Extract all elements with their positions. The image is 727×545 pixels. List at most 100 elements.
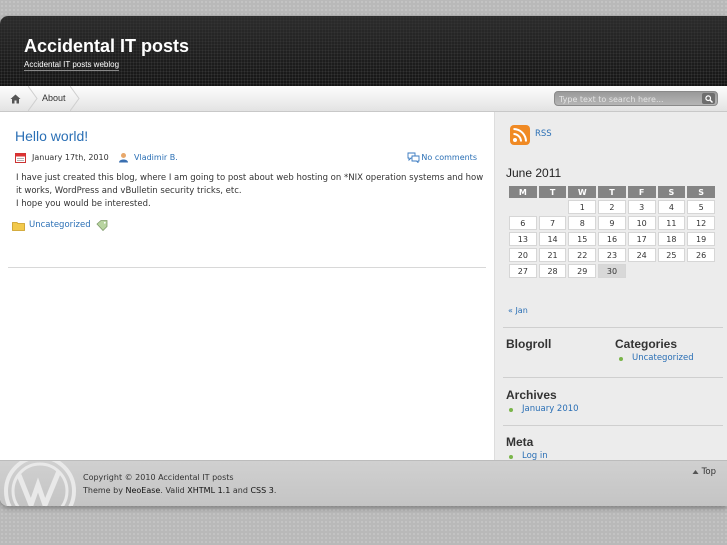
calendar-empty-cell [658, 264, 686, 278]
calendar-day: 27 [509, 264, 537, 278]
calendar-weekday: F [627, 186, 656, 198]
archives-title: Archives [506, 388, 557, 402]
calendar-empty-cell [509, 200, 537, 214]
sidebar-divider [503, 327, 723, 328]
calendar-title: June 2011 [506, 166, 562, 180]
calendar-weekday: T [598, 186, 626, 198]
calendar-week: 13 14 15 16 17 18 19 [509, 232, 715, 246]
search-button[interactable] [702, 93, 715, 104]
and-label: and [232, 486, 248, 495]
calendar-week: 6 7 8 9 10 11 12 [509, 216, 715, 230]
post-paragraph: I hope you would be interested. [16, 199, 151, 209]
nav-separator [70, 86, 80, 111]
calendar-prev-link[interactable]: « Jan [508, 306, 528, 315]
calendar-day: 28 [538, 264, 567, 278]
sidebar: RSS June 2011 MTWTFSS 1 2 3 4 5 6 7 8 9 10 11 12 13 1… [494, 112, 727, 462]
site-title[interactable]: Accidental IT posts [24, 36, 189, 57]
calendar-day: 11 [657, 216, 686, 230]
calendar-day: 9 [598, 216, 626, 230]
calendar-day: 2 [598, 200, 626, 214]
categories-title: Categories [615, 337, 678, 351]
calendar-day: 29 [568, 264, 597, 278]
period-label: . [273, 486, 277, 495]
site-description: Accidental IT posts weblog [24, 60, 120, 71]
search-input[interactable] [559, 93, 699, 105]
calendar-day: 4 [657, 200, 686, 214]
rss-link[interactable]: RSS [535, 129, 552, 139]
xhtml-link[interactable]: XHTML 1.1 [187, 486, 230, 495]
calendar-weekday: T [538, 186, 567, 198]
theme-link[interactable]: NeoEase [126, 486, 161, 495]
site-header: Accidental IT posts Accidental IT posts … [0, 16, 727, 86]
home-button[interactable] [0, 86, 30, 111]
main-nav: About [0, 86, 727, 112]
copyright-text: Copyright © 2010 Accidental IT posts [83, 473, 234, 482]
wordpress-logo-icon [4, 461, 76, 506]
sidebar-divider [503, 425, 723, 426]
calendar-day: 20 [509, 248, 537, 262]
footer-copyright: Copyright © 2010 Accidental IT posts The… [83, 471, 276, 497]
calendar-day: 12 [687, 216, 715, 230]
calendar-day: 15 [568, 232, 597, 246]
list-bullet [619, 357, 623, 361]
calendar-day: 22 [568, 248, 597, 262]
calendar-day: 24 [627, 248, 656, 262]
calendar-day: 8 [568, 216, 597, 230]
calendar-empty-cell [539, 200, 567, 214]
calendar: MTWTFSS 1 2 3 4 5 6 7 8 9 10 11 12 13 14 15 16 17 18 19 20 2… [507, 184, 717, 280]
calendar-day: 19 [687, 232, 715, 246]
post-paragraph: I have just created this blog, where I a… [16, 173, 484, 196]
sidebar-divider [503, 377, 723, 378]
comments-icon [407, 152, 420, 163]
calendar-day: 10 [627, 216, 656, 230]
back-to-top-link[interactable]: Top [692, 467, 716, 477]
blogroll-title: Blogroll [506, 337, 552, 351]
calendar-empty-cell [687, 264, 715, 278]
calendar-weekday: M [509, 186, 537, 198]
post-author[interactable]: Vladimir B. [134, 153, 178, 162]
calendar-day: 16 [598, 232, 626, 246]
calendar-weekday: S [657, 186, 686, 198]
post-title[interactable]: Hello world! [15, 128, 88, 144]
calendar-weekday: W [568, 186, 597, 198]
calendar-day: 25 [657, 248, 686, 262]
user-icon [119, 153, 128, 163]
site-footer: Copyright © 2010 Accidental IT posts The… [0, 460, 727, 506]
archive-link[interactable]: January 2010 [522, 404, 579, 414]
calendar-day: 5 [687, 200, 715, 214]
theme-by-label: Theme by [83, 486, 123, 495]
calendar-icon [15, 153, 26, 163]
calendar-weekday: S [687, 186, 715, 198]
calendar-day: 23 [598, 248, 626, 262]
search-box [554, 91, 718, 106]
nav-separator [28, 86, 38, 111]
theme-credit: Theme by NeoEase. Valid XHTML 1.1 and CS… [83, 484, 276, 497]
category-link[interactable]: Uncategorized [632, 353, 694, 363]
arrow-up-icon [692, 469, 699, 474]
calendar-day: 7 [538, 216, 567, 230]
post-divider [8, 267, 486, 268]
calendar-day: 13 [509, 232, 537, 246]
calendar-week: 27 28 29 30 [509, 264, 715, 278]
calendar-week: 12345 [509, 200, 715, 214]
top-link-label: Top [701, 467, 716, 477]
calendar-day: 17 [627, 232, 656, 246]
calendar-day: 1 [568, 200, 597, 214]
nav-item-about[interactable]: About [42, 93, 66, 103]
rss-icon[interactable] [510, 125, 530, 145]
calendar-week: 20 21 22 23 24 25 26 [509, 248, 715, 262]
main-content: Hello world! January 17th, 2010 Vladimir… [0, 112, 494, 462]
calendar-day: 30 [598, 264, 626, 278]
css-link[interactable]: CSS 3 [250, 486, 273, 495]
home-icon [10, 94, 20, 103]
calendar-day: 6 [509, 216, 537, 230]
calendar-empty-cell [628, 264, 656, 278]
calendar-day: 18 [657, 232, 686, 246]
post-date: January 17th, 2010 [32, 153, 109, 162]
post-category-link[interactable]: Uncategorized [29, 220, 91, 230]
list-bullet [509, 455, 513, 459]
post-meta: January 17th, 2010 Vladimir B. No commen… [15, 152, 480, 166]
list-bullet [509, 408, 513, 412]
post-body: I have just created this blog, where I a… [16, 172, 486, 211]
comments-link[interactable]: No comments [421, 153, 477, 162]
